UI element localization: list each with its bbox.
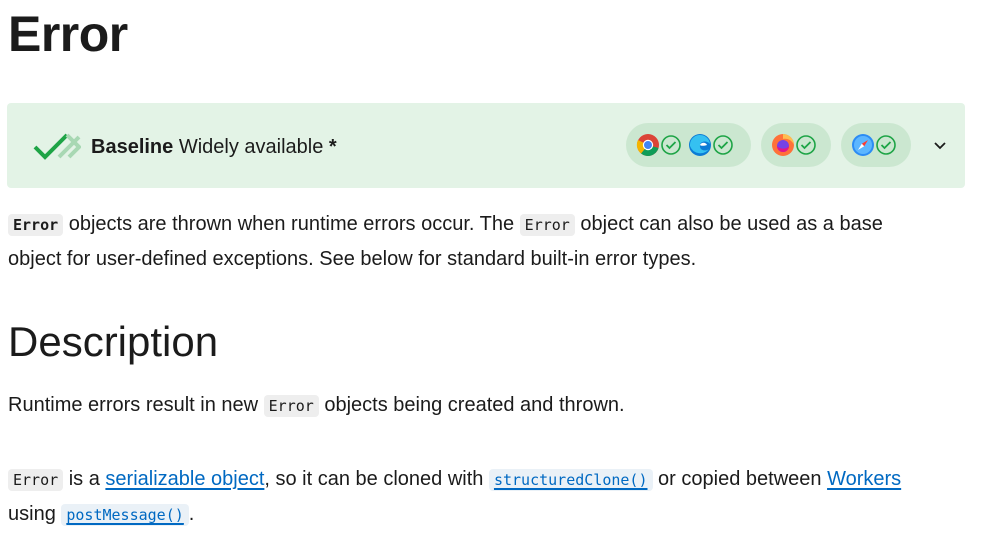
text: or copied between (652, 468, 828, 490)
description-paragraph-2-line-2: using postMessage(). (8, 497, 194, 533)
browser-group-firefox[interactable] (761, 123, 831, 167)
browser-safari (851, 133, 897, 157)
link-serializable-object[interactable]: serializable object (105, 468, 264, 490)
inline-code: Error (519, 214, 575, 236)
inline-code: Error (8, 214, 64, 236)
baseline-label: Baseline (91, 136, 174, 158)
text: is a (63, 468, 106, 490)
text: using (8, 503, 62, 525)
inline-code: Error (8, 469, 64, 491)
baseline-status: Baseline Widely available * (91, 134, 337, 160)
section-heading-description: Description (8, 318, 219, 365)
inline-code: Error (263, 395, 319, 417)
intro-line-1: Error objects are thrown when runtime er… (8, 207, 883, 243)
baseline-asterisk: * (328, 136, 337, 158)
baseline-availability: Widely available (178, 136, 324, 158)
inline-code: structuredClone() (488, 469, 653, 491)
link-structured-clone[interactable]: structuredClone() (488, 468, 653, 491)
edge-icon (689, 134, 711, 156)
supported-check-icon (713, 135, 733, 155)
text: . (188, 503, 195, 525)
inline-code: postMessage() (61, 504, 189, 526)
browser-group-chromium[interactable] (626, 123, 751, 167)
baseline-banner[interactable]: Baseline Widely available * (7, 103, 965, 188)
description-paragraph-1: Runtime errors result in new Error objec… (8, 388, 625, 424)
supported-check-icon (876, 135, 896, 155)
baseline-check-icon (33, 133, 81, 160)
description-paragraph-2-line-1: Error is a serializable object, so it ca… (8, 462, 901, 498)
text: Runtime errors result in new (8, 394, 264, 416)
chevron-down-icon[interactable] (932, 140, 948, 152)
supported-check-icon (796, 135, 816, 155)
text: object can also be used as a base (574, 213, 883, 235)
link-post-message[interactable]: postMessage() (61, 503, 189, 526)
page-title: Error (8, 6, 128, 62)
text: , so it can be cloned with (264, 468, 489, 490)
firefox-icon (772, 134, 794, 156)
browser-group-safari[interactable] (841, 123, 911, 167)
safari-icon (852, 134, 874, 156)
text: objects are thrown when runtime errors o… (63, 213, 520, 235)
browser-chrome (636, 133, 682, 157)
browser-edge (688, 133, 734, 157)
browser-firefox (771, 133, 817, 157)
text: objects being created and thrown. (318, 394, 625, 416)
supported-check-icon (661, 135, 681, 155)
chrome-icon (636, 134, 659, 156)
intro-line-2: object for user-defined exceptions. See … (8, 248, 697, 270)
link-workers[interactable]: Workers (827, 468, 901, 490)
